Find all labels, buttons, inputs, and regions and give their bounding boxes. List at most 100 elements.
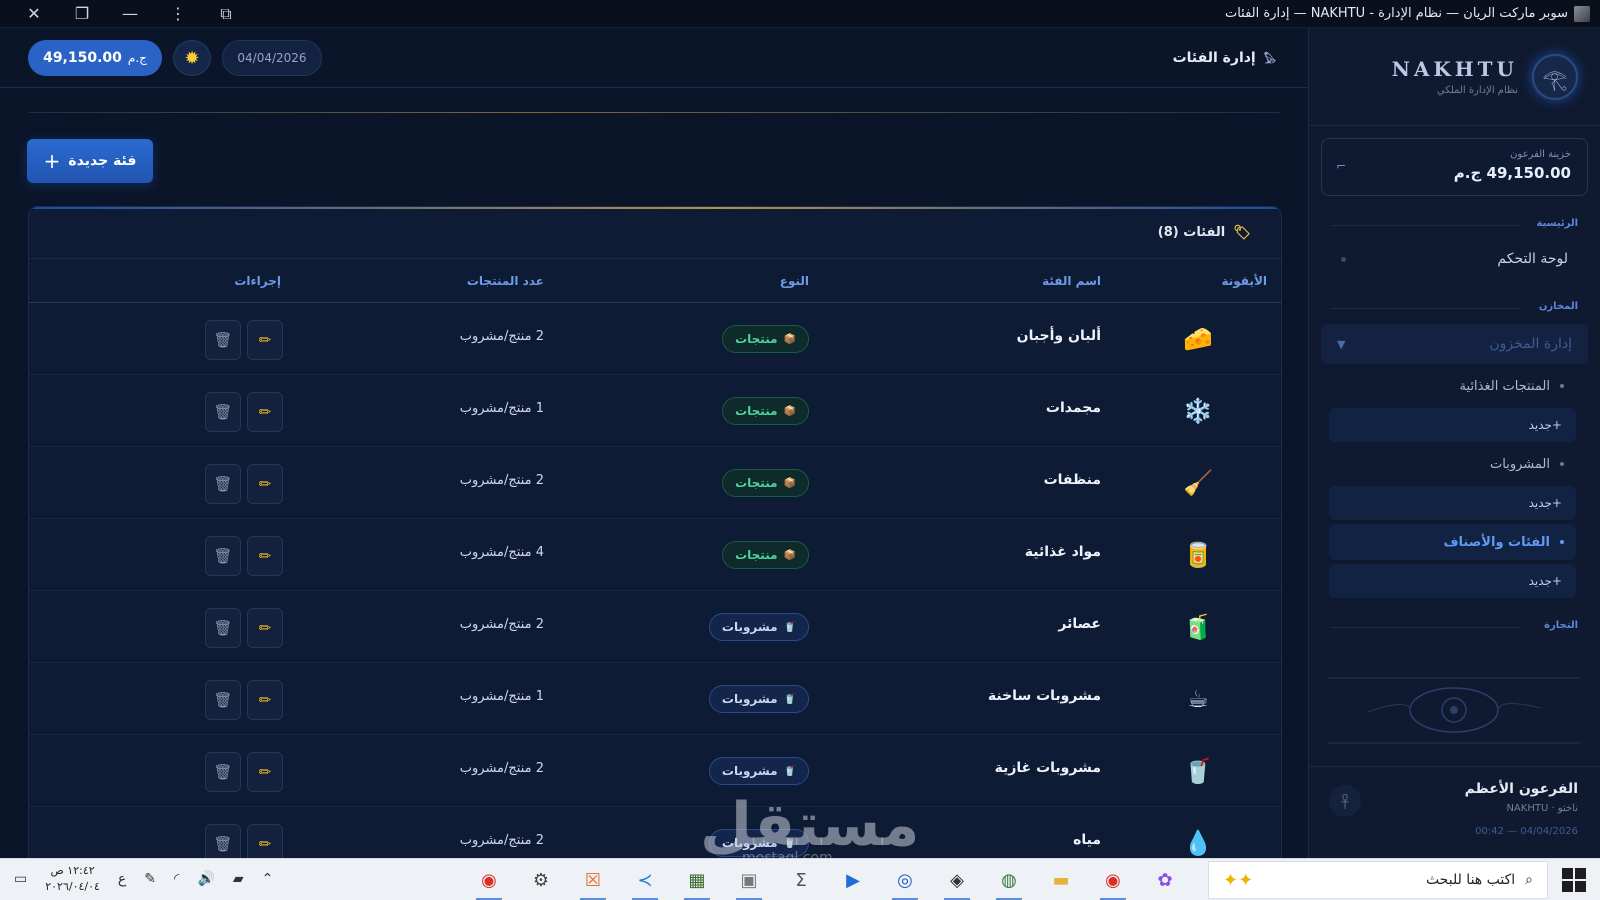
sidebar-item-categories[interactable]: الفئات والأصناف [1329, 524, 1576, 560]
notification-icon[interactable]: ▭ [14, 871, 27, 887]
photos-icon[interactable]: ▣ [730, 863, 768, 900]
app-icon-b[interactable]: ◍ [990, 863, 1028, 900]
delete-button[interactable]: 🗑 [205, 464, 241, 504]
new-category-button[interactable]: فئة جديدة + [27, 139, 153, 183]
page-title-text: إدارة الفئات [1172, 49, 1256, 66]
category-name: مجمدات [1045, 400, 1101, 416]
type-badge: 🥤 مشروبات [708, 757, 809, 785]
delete-button[interactable]: 🗑 [205, 680, 241, 720]
pharaoh-logo-icon: 𓂀 [1532, 53, 1578, 100]
pencil-icon: ✏ [258, 619, 272, 637]
sidebar-item-drinks[interactable]: المشروبات [1329, 446, 1576, 482]
restore-icon[interactable]: ❐ [58, 0, 106, 28]
more-options-icon[interactable]: ⋮ [154, 0, 202, 28]
treasury-value: 49,150.00 ج.م [1453, 164, 1571, 182]
edit-button[interactable]: ✏ [247, 680, 283, 720]
product-count: 4 منتج/مشروب [459, 545, 544, 560]
chrome-alt-icon[interactable]: ◉ [1094, 863, 1132, 900]
box-icon: 📦 [783, 477, 796, 489]
sidebar-new-food-product[interactable]: +جديد [1329, 408, 1576, 442]
theme-toggle-sun-icon[interactable]: ✹ [173, 40, 211, 76]
wifi-icon[interactable]: ◜ [174, 871, 179, 887]
trash-icon: 🗑 [213, 403, 233, 421]
clock[interactable]: ١٢:٤٢ ص ٢٠٢٦/٠٤/٠٤ [45, 863, 100, 895]
language-indicator[interactable]: ع [118, 871, 126, 887]
treasury-label: خزينة الفرعون [1510, 149, 1571, 160]
chevron-up-icon[interactable]: ⌃ [262, 871, 274, 887]
product-count: 2 منتج/مشروب [459, 761, 544, 776]
product-count: 2 منتج/مشروب [459, 473, 544, 488]
logout-icon[interactable]: 𓋹 [1329, 785, 1361, 817]
pencil-icon: ✏ [258, 403, 272, 421]
category-icon: 🥫 [1183, 541, 1213, 569]
xampp-icon[interactable]: ☒ [574, 863, 612, 900]
delete-button[interactable]: 🗑 [205, 392, 241, 432]
type-badge: 📦 منتجات [722, 325, 809, 353]
type-label: منتجات [735, 332, 778, 346]
section-label-trade: التجارة [1309, 620, 1600, 631]
volume-icon[interactable]: 🔊 [197, 871, 214, 887]
pen-icon[interactable]: ✎ [144, 871, 156, 887]
user-box: الفرعون الأعظم ناختو · NAKHTU 04/04/2026… [1309, 766, 1600, 858]
sidebar-group-inventory[interactable]: إدارة المخزون ▼ [1321, 324, 1588, 364]
table-header: الأيقونة اسم الفئة النوع عدد المنتجات إج… [29, 259, 1281, 303]
delete-button[interactable]: 🗑 [205, 320, 241, 360]
bullet-icon [1560, 540, 1564, 544]
table-row: 🧹 منظفات 📦 منتجات 2 منتج/مشروب ✏ 🗑 [29, 447, 1281, 519]
copilot-sparkle-icon: ✦✦ [1223, 869, 1254, 891]
user-name: الفرعون الأعظم [1464, 781, 1578, 797]
main-content: 𓅃 إدارة الفئات 04/04/2026 ✹ 49,150.00 ج.… [0, 28, 1308, 866]
media-player-icon[interactable]: ▶ [834, 863, 872, 897]
battery-icon[interactable]: ▰ [233, 871, 244, 887]
delete-button[interactable]: 🗑 [205, 536, 241, 576]
sidebar-item-food-products[interactable]: المنتجات الغذائية [1329, 368, 1576, 404]
image-app-icon[interactable]: ▦ [678, 863, 716, 900]
sidebar-item-label: الفئات والأصناف [1443, 534, 1550, 550]
table-row: ☕ مشروبات ساخنة 🥤 مشروبات 1 منتج/مشروب ✏ 🗑 [29, 663, 1281, 735]
treasury-box: خزينة الفرعون 49,150.00 ج.م ⌐ [1321, 138, 1588, 196]
category-name: مواد غذائية [1024, 544, 1101, 560]
taskbar-search[interactable]: ⌕ اكتب هنا للبحث ✦✦ [1208, 861, 1548, 899]
date-text: 04/04/2026 [237, 51, 307, 65]
chrome-icon[interactable]: ◉ [470, 863, 508, 900]
box-icon: 📦 [783, 405, 796, 417]
edit-button[interactable]: ✏ [247, 392, 283, 432]
trash-icon: 🗑 [213, 475, 233, 493]
copilot-icon[interactable]: ✿ [1146, 863, 1184, 897]
sidebar-new-label: +جديد [1528, 418, 1562, 432]
windows-start-icon[interactable] [1562, 868, 1588, 892]
sidebar-new-drink[interactable]: +جديد [1329, 486, 1576, 520]
edit-button[interactable]: ✏ [247, 536, 283, 576]
edit-button[interactable]: ✏ [247, 320, 283, 360]
app-icon-a[interactable]: ◈ [938, 863, 976, 900]
vscode-icon[interactable]: ≺ [626, 863, 664, 900]
clock-date: ٢٠٢٦/٠٤/٠٤ [45, 880, 100, 893]
edit-button[interactable]: ✏ [247, 464, 283, 504]
window-title: سوبر ماركت الريان — نظام الإدارة - NAKHT… [1224, 6, 1568, 21]
category-icon: 🧹 [1183, 469, 1213, 497]
sidebar-item-dashboard[interactable]: لوحة التحكم [1323, 239, 1586, 279]
search-text: ⌕ اكتب هنا للبحث [1426, 872, 1533, 888]
edit-button[interactable]: ✏ [247, 608, 283, 648]
extension-icon[interactable]: ⧉ [202, 0, 250, 28]
edit-button[interactable]: ✏ [247, 752, 283, 792]
box-icon: 📦 [783, 549, 796, 561]
delete-button[interactable]: 🗑 [205, 752, 241, 792]
type-badge: 📦 منتجات [722, 469, 809, 497]
minimize-icon[interactable]: — [106, 0, 154, 28]
new-category-label: فئة جديدة [68, 153, 137, 169]
file-explorer-icon[interactable]: ▬ [1042, 863, 1080, 897]
window-title-area: سوبر ماركت الريان — نظام الإدارة - NAKHT… [1224, 5, 1590, 22]
trash-icon: 🗑 [213, 691, 233, 709]
close-icon[interactable]: ✕ [10, 0, 58, 28]
pencil-icon: ✏ [258, 547, 272, 565]
sidebar-new-category[interactable]: +جديد [1329, 564, 1576, 598]
type-badge: 📦 منتجات [722, 541, 809, 569]
settings-icon[interactable]: ⚙ [522, 863, 560, 897]
taskbar-apps: ◉ ⚙ ☒ ≺ ▦ ▣ Σ ▶ ◎ ◈ ◍ ▬ ◉ ✿ [470, 863, 1184, 900]
sidebar-item-label: لوحة التحكم [1497, 251, 1568, 267]
delete-button[interactable]: 🗑 [205, 608, 241, 648]
browser-icon[interactable]: ◎ [886, 863, 924, 900]
table-row: ❄️ مجمدات 📦 منتجات 1 منتج/مشروب ✏ 🗑 [29, 375, 1281, 447]
terminal-icon[interactable]: Σ [782, 863, 820, 897]
